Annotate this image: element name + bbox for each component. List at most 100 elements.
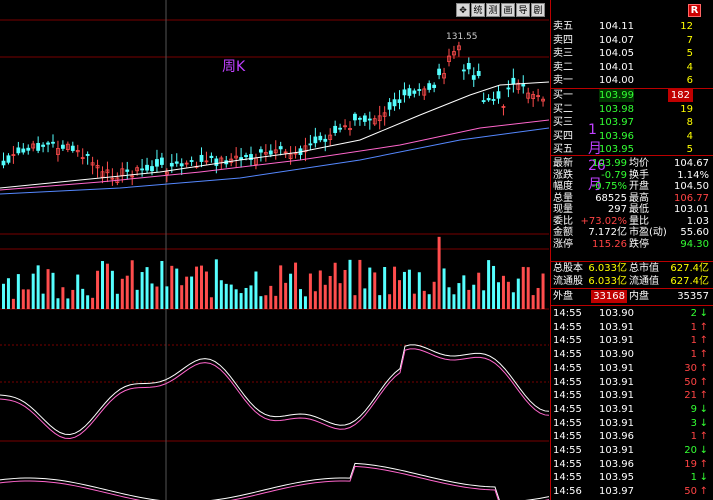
- stat-value: 115.26: [592, 238, 627, 250]
- volume-bar: [348, 259, 352, 309]
- candle-body: [367, 118, 372, 121]
- tick-volume: 21: [684, 390, 697, 402]
- volume-bar: [239, 293, 243, 309]
- volume-bar: [190, 276, 194, 309]
- volume-bar: [541, 273, 545, 309]
- toolbar-button-stats[interactable]: 统: [471, 3, 485, 17]
- volume-bar: [46, 269, 50, 309]
- tick-row: 14:55 103.90 2 ↓: [551, 307, 711, 320]
- volume-bar: [294, 262, 298, 309]
- signal-line: [0, 465, 549, 500]
- volume-bar: [91, 297, 95, 309]
- volume-bar: [531, 295, 535, 309]
- capital-value: 6.033亿: [588, 276, 627, 287]
- tick-time: 14:55: [553, 390, 582, 402]
- candle-body: [70, 145, 75, 151]
- candle-body: [140, 168, 145, 171]
- volume-bar: [487, 260, 491, 309]
- volume-bar: [501, 275, 505, 309]
- divider: [551, 288, 713, 289]
- ask-label: 卖五: [553, 21, 573, 32]
- volume-bar: [328, 275, 332, 309]
- tick-direction-icon: ↓: [699, 403, 708, 415]
- ask-row[interactable]: 卖一 104.00 6: [551, 74, 711, 87]
- chart-canvas[interactable]: [0, 0, 549, 500]
- kline-chart-area[interactable]: 周K 1月26月 131.55: [0, 0, 606, 500]
- tick-row: 14:56 103.97 50 ↑: [551, 485, 711, 498]
- bid-volume: 19: [680, 103, 693, 115]
- volume-bar: [125, 275, 129, 309]
- volume-bar: [497, 282, 500, 309]
- candle-body: [318, 135, 323, 141]
- ask-volume: 6: [686, 75, 693, 86]
- bid-row[interactable]: 买三 103.97 8: [551, 116, 711, 129]
- tick-direction-icon: ↑: [699, 321, 708, 333]
- tick-price: 103.97: [599, 486, 634, 498]
- toolbar-button-guide[interactable]: 导: [516, 3, 530, 17]
- candle-body: [521, 84, 526, 87]
- volume-bar: [279, 265, 283, 309]
- candle-body: [338, 127, 343, 130]
- volume-bar: [323, 284, 327, 309]
- volume-bar: [16, 274, 20, 309]
- volume-bar: [284, 282, 288, 309]
- volume-bar: [313, 291, 317, 309]
- bid-row[interactable]: 买四 103.96 4: [551, 130, 711, 143]
- ask-row[interactable]: 卖三 104.05 5: [551, 47, 711, 60]
- volume-bar: [452, 294, 456, 309]
- candle-body: [244, 154, 248, 158]
- candle-body: [427, 83, 432, 90]
- tick-direction-icon: ↑: [699, 376, 708, 388]
- tick-price: 103.91: [599, 417, 634, 429]
- toolbar-button-scene[interactable]: 剧: [531, 3, 545, 17]
- candle-body: [466, 62, 471, 70]
- toolbar-button-draw[interactable]: 画: [501, 3, 515, 17]
- bid-row[interactable]: 买一 103.99 182: [551, 89, 711, 102]
- volume-bar: [185, 276, 189, 309]
- tick-price: 103.91: [599, 390, 634, 402]
- ask-volume: 7: [686, 34, 693, 46]
- tick-time: 14:55: [553, 458, 582, 470]
- ask-price: 104.00: [599, 75, 634, 86]
- volume-bar: [11, 298, 15, 309]
- volume-bar: [71, 289, 75, 309]
- tick-volume: 3: [690, 417, 697, 429]
- candle-body: [41, 144, 45, 147]
- bid-row[interactable]: 买二 103.98 19: [551, 103, 711, 116]
- candle-body: [26, 147, 31, 151]
- divider: [551, 305, 713, 306]
- move-icon[interactable]: ✥: [456, 3, 470, 17]
- volume-bar: [234, 289, 238, 309]
- candle-body: [313, 136, 318, 144]
- tick-direction-icon: ↓: [699, 445, 708, 456]
- toolbar-button-measure[interactable]: 测: [486, 3, 500, 17]
- volume-bar: [36, 265, 40, 309]
- tick-row: 14:55 103.90 1 ↑: [551, 348, 711, 361]
- tick-direction-icon: ↑: [699, 486, 708, 498]
- volume-bar: [437, 236, 441, 309]
- ask-row[interactable]: 卖四 104.07 7: [551, 34, 711, 47]
- kdj-line-d: [0, 348, 549, 440]
- volume-bar: [402, 271, 406, 309]
- volume-bar: [86, 295, 90, 309]
- capital-value: 6.033亿: [588, 263, 627, 274]
- tick-volume: 1: [690, 472, 697, 484]
- volume-bar: [140, 272, 144, 309]
- candle-body: [174, 161, 179, 164]
- tick-row: 14:55 103.91 30 ↑: [551, 362, 711, 375]
- chart-toolbar: ✥ 统 测 画 导 剧: [456, 3, 545, 17]
- volume-bar: [219, 280, 223, 309]
- volume-bar: [31, 273, 35, 309]
- candle-body: [397, 99, 402, 103]
- ask-row[interactable]: 卖二 104.01 4: [551, 61, 711, 74]
- candle-body: [392, 99, 397, 107]
- volume-bar: [61, 287, 65, 309]
- tick-row: 14:55 103.91 1 ↑: [551, 334, 711, 347]
- tick-time: 14:55: [553, 308, 582, 319]
- volume-bar: [175, 268, 179, 309]
- bid-volume: 182: [667, 89, 693, 102]
- volume-bar: [447, 287, 451, 309]
- ask-row[interactable]: 卖五 104.11 12: [551, 20, 711, 33]
- tick-direction-icon: ↓: [699, 472, 708, 484]
- tick-row: 14:55 103.91 21 ↑: [551, 389, 711, 402]
